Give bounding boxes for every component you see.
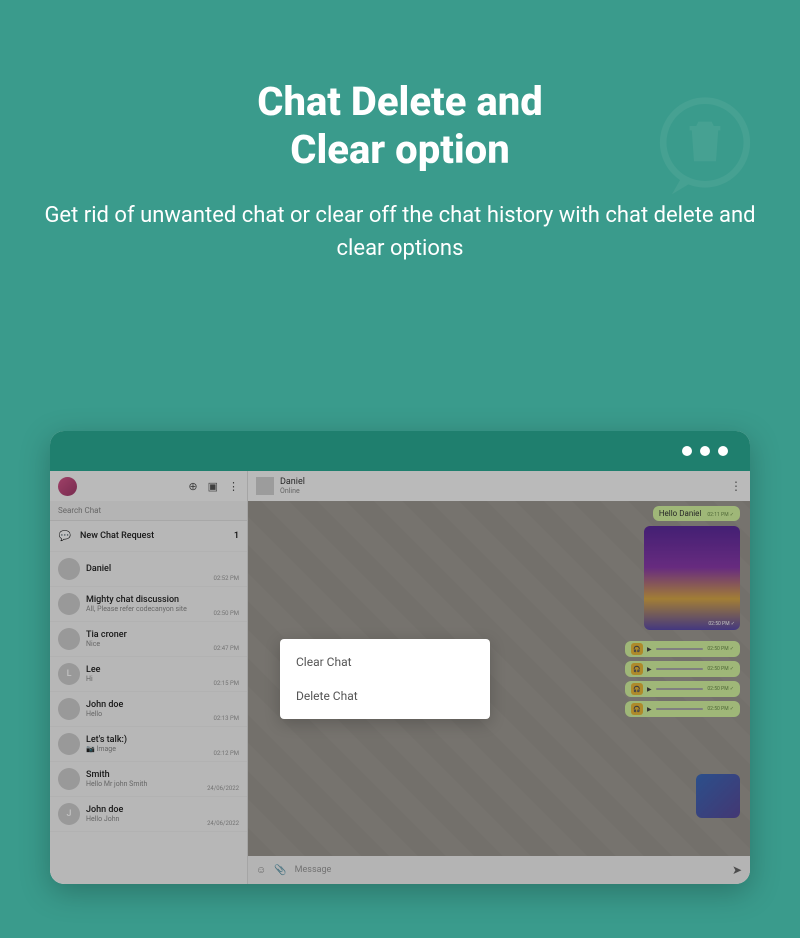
- trash-bubble-icon: [650, 93, 760, 207]
- app-frame: ⊕ ▣ ⋮ Search Chat 💬 New Chat Request 1 D…: [50, 471, 750, 884]
- context-menu: Clear Chat Delete Chat: [280, 639, 490, 719]
- window-dot: [718, 446, 728, 456]
- delete-chat-button[interactable]: Delete Chat: [280, 679, 490, 713]
- clear-chat-button[interactable]: Clear Chat: [280, 645, 490, 679]
- window-dot: [682, 446, 692, 456]
- window-dot: [700, 446, 710, 456]
- page-subtitle: Get rid of unwanted chat or clear off th…: [0, 199, 800, 265]
- window-controls[interactable]: [682, 446, 728, 456]
- window-titlebar: [50, 431, 750, 471]
- app-window: ⊕ ▣ ⋮ Search Chat 💬 New Chat Request 1 D…: [50, 431, 750, 884]
